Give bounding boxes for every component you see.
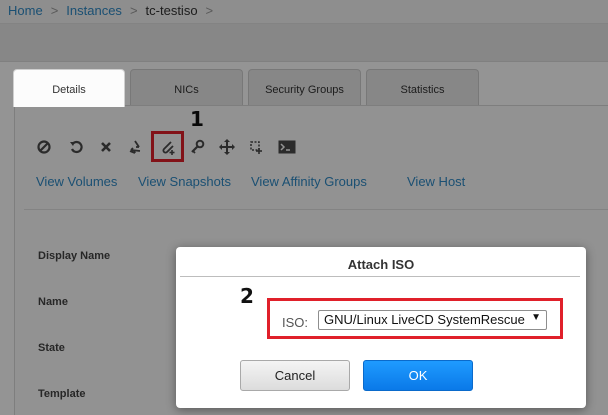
step-2-annotation: 2 xyxy=(240,284,254,308)
ok-button[interactable]: OK xyxy=(363,360,473,391)
cancel-button[interactable]: Cancel xyxy=(240,360,350,391)
dialog-title-divider xyxy=(180,276,580,277)
tab-details[interactable]: Details xyxy=(13,69,125,107)
iso-select-highlight xyxy=(267,298,563,339)
dialog-title: Attach ISO xyxy=(347,257,415,272)
